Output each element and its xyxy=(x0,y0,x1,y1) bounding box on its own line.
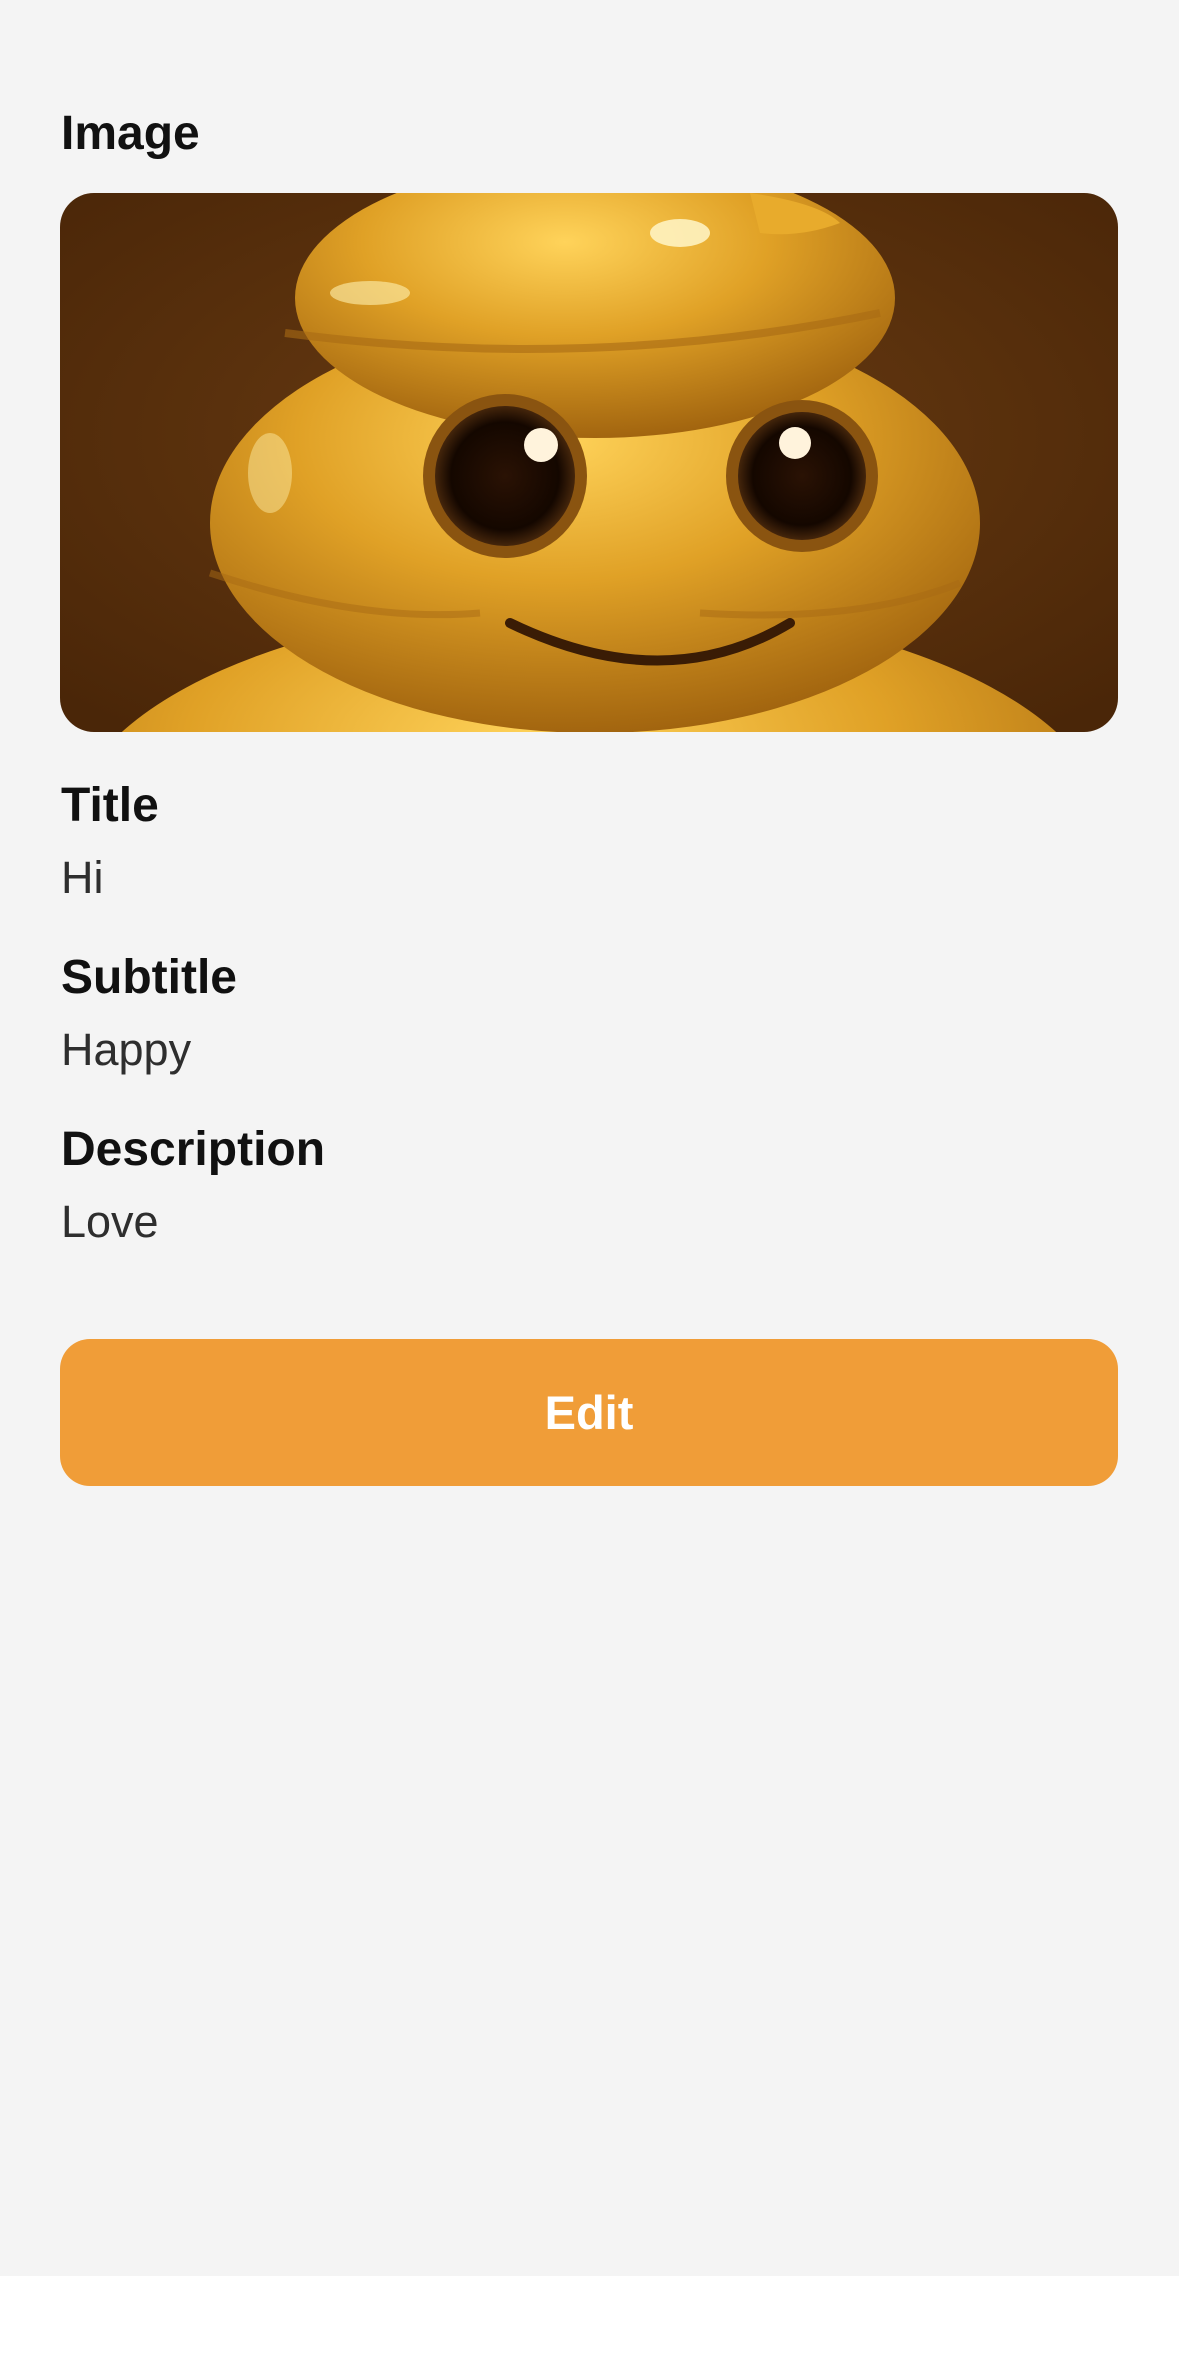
title-value: Hi xyxy=(61,852,104,903)
title-section-label: Title xyxy=(61,779,159,832)
description-value: Love xyxy=(61,1196,159,1247)
item-image xyxy=(60,193,1118,732)
detail-screen: Image Title Hi Subtitle Happy Descriptio… xyxy=(0,0,1179,2276)
image-section-label: Image xyxy=(61,107,200,160)
description-section-label: Description xyxy=(61,1123,326,1176)
subtitle-value: Happy xyxy=(61,1024,192,1075)
bottom-safe-area xyxy=(0,2276,1179,2379)
edit-button[interactable]: Edit xyxy=(60,1339,1118,1486)
subtitle-section-label: Subtitle xyxy=(61,951,237,1004)
golden-poop-emoji-illustration xyxy=(60,193,1118,732)
